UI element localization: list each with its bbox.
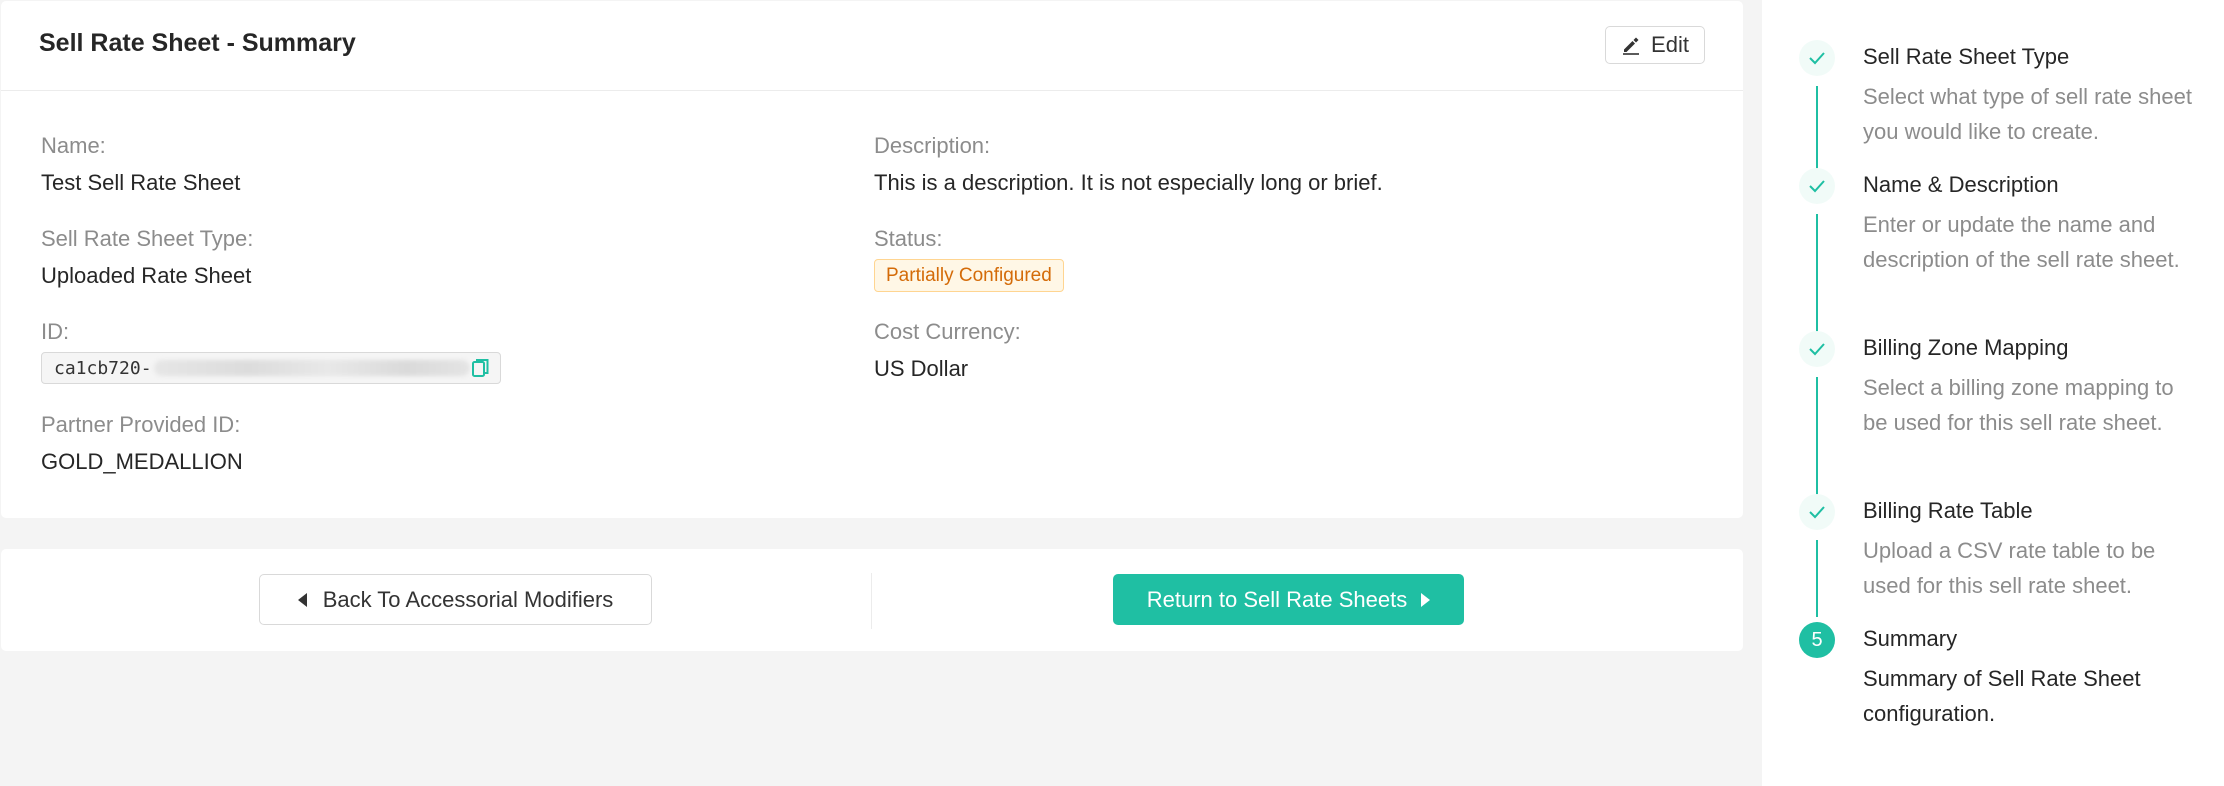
step-title: Sell Rate Sheet Type — [1863, 44, 2070, 69]
name-label: Name: — [41, 133, 106, 158]
summary-card: Sell Rate Sheet - Summary Edit Name: Tes… — [1, 1, 1743, 518]
type-label: Sell Rate Sheet Type: — [41, 226, 254, 251]
name-value: Test Sell Rate Sheet — [41, 170, 241, 195]
page-title: Sell Rate Sheet - Summary — [39, 29, 356, 57]
step-marker — [1799, 494, 1835, 530]
step-marker — [1799, 168, 1835, 204]
currency-label: Cost Currency: — [874, 319, 1021, 344]
check-icon — [1809, 52, 1825, 65]
step-description: Select what type of sell rate sheet you … — [1863, 84, 2192, 144]
currency-value: US Dollar — [874, 356, 969, 381]
id-redacted-portion — [153, 360, 470, 376]
id-value-box[interactable]: ca1cb720- — [41, 352, 501, 384]
step-description: Select a billing zone mapping to be used… — [1863, 375, 2174, 435]
step-title: Billing Rate Table — [1863, 498, 2033, 523]
back-button-label: Back To Accessorial Modifiers — [322, 586, 614, 612]
return-button[interactable]: Return to Sell Rate Sheets — [1113, 574, 1464, 625]
check-icon — [1809, 343, 1825, 356]
footer-divider — [871, 573, 872, 629]
partner-id-label: Partner Provided ID: — [41, 412, 241, 437]
step-number-badge: 5 — [1799, 622, 1835, 658]
type-field: Sell Rate Sheet Type: Uploaded Rate Shee… — [41, 225, 253, 290]
partner-id-field: Partner Provided ID: GOLD_MEDALLION — [41, 411, 243, 476]
name-field: Name: Test Sell Rate Sheet — [41, 132, 240, 197]
status-badge: Partially Configured — [874, 259, 1064, 292]
status-label: Status: — [874, 226, 943, 251]
id-label: ID: — [41, 319, 70, 344]
step-marker — [1799, 331, 1835, 367]
check-icon — [1809, 506, 1825, 519]
partner-id-value: GOLD_MEDALLION — [41, 449, 243, 474]
summary-header: Sell Rate Sheet - Summary Edit — [1, 1, 1743, 91]
step-description: Enter or update the name and description… — [1863, 212, 2180, 272]
footer-actions: Back To Accessorial Modifiers Return to … — [1, 549, 1743, 651]
currency-field: Cost Currency: US Dollar — [874, 318, 1021, 383]
step-title: Name & Description — [1863, 172, 2059, 197]
description-label: Description: — [874, 133, 991, 158]
back-button[interactable]: Back To Accessorial Modifiers — [259, 574, 652, 625]
step-description: Summary of Sell Rate Sheet configuration… — [1863, 666, 2141, 726]
id-field: ID: ca1cb720- — [41, 318, 501, 384]
edit-button[interactable]: Edit — [1605, 26, 1705, 64]
steps-panel: Sell Rate Sheet Type Select what type of… — [1762, 0, 2224, 786]
step-marker — [1799, 40, 1835, 76]
step-title: Summary — [1863, 626, 1958, 651]
return-button-label: Return to Sell Rate Sheets — [1146, 586, 1408, 612]
description-value: This is a description. It is not especia… — [874, 170, 1383, 195]
edit-button-label: Edit — [1651, 32, 1689, 57]
status-field: Status: Partially Configured — [874, 225, 1064, 292]
description-field: Description: This is a description. It i… — [874, 132, 1383, 197]
copy-icon[interactable] — [472, 358, 490, 378]
step-connector — [1816, 540, 1818, 617]
step-description: Upload a CSV rate table to be used for t… — [1863, 538, 2156, 598]
pencil-icon — [1623, 37, 1640, 55]
id-value: ca1cb720- — [54, 357, 152, 379]
type-value: Uploaded Rate Sheet — [41, 263, 252, 288]
caret-right-icon — [1421, 592, 1431, 607]
caret-left-icon — [297, 592, 307, 607]
step-title: Billing Zone Mapping — [1863, 335, 2069, 360]
check-icon — [1809, 180, 1825, 193]
